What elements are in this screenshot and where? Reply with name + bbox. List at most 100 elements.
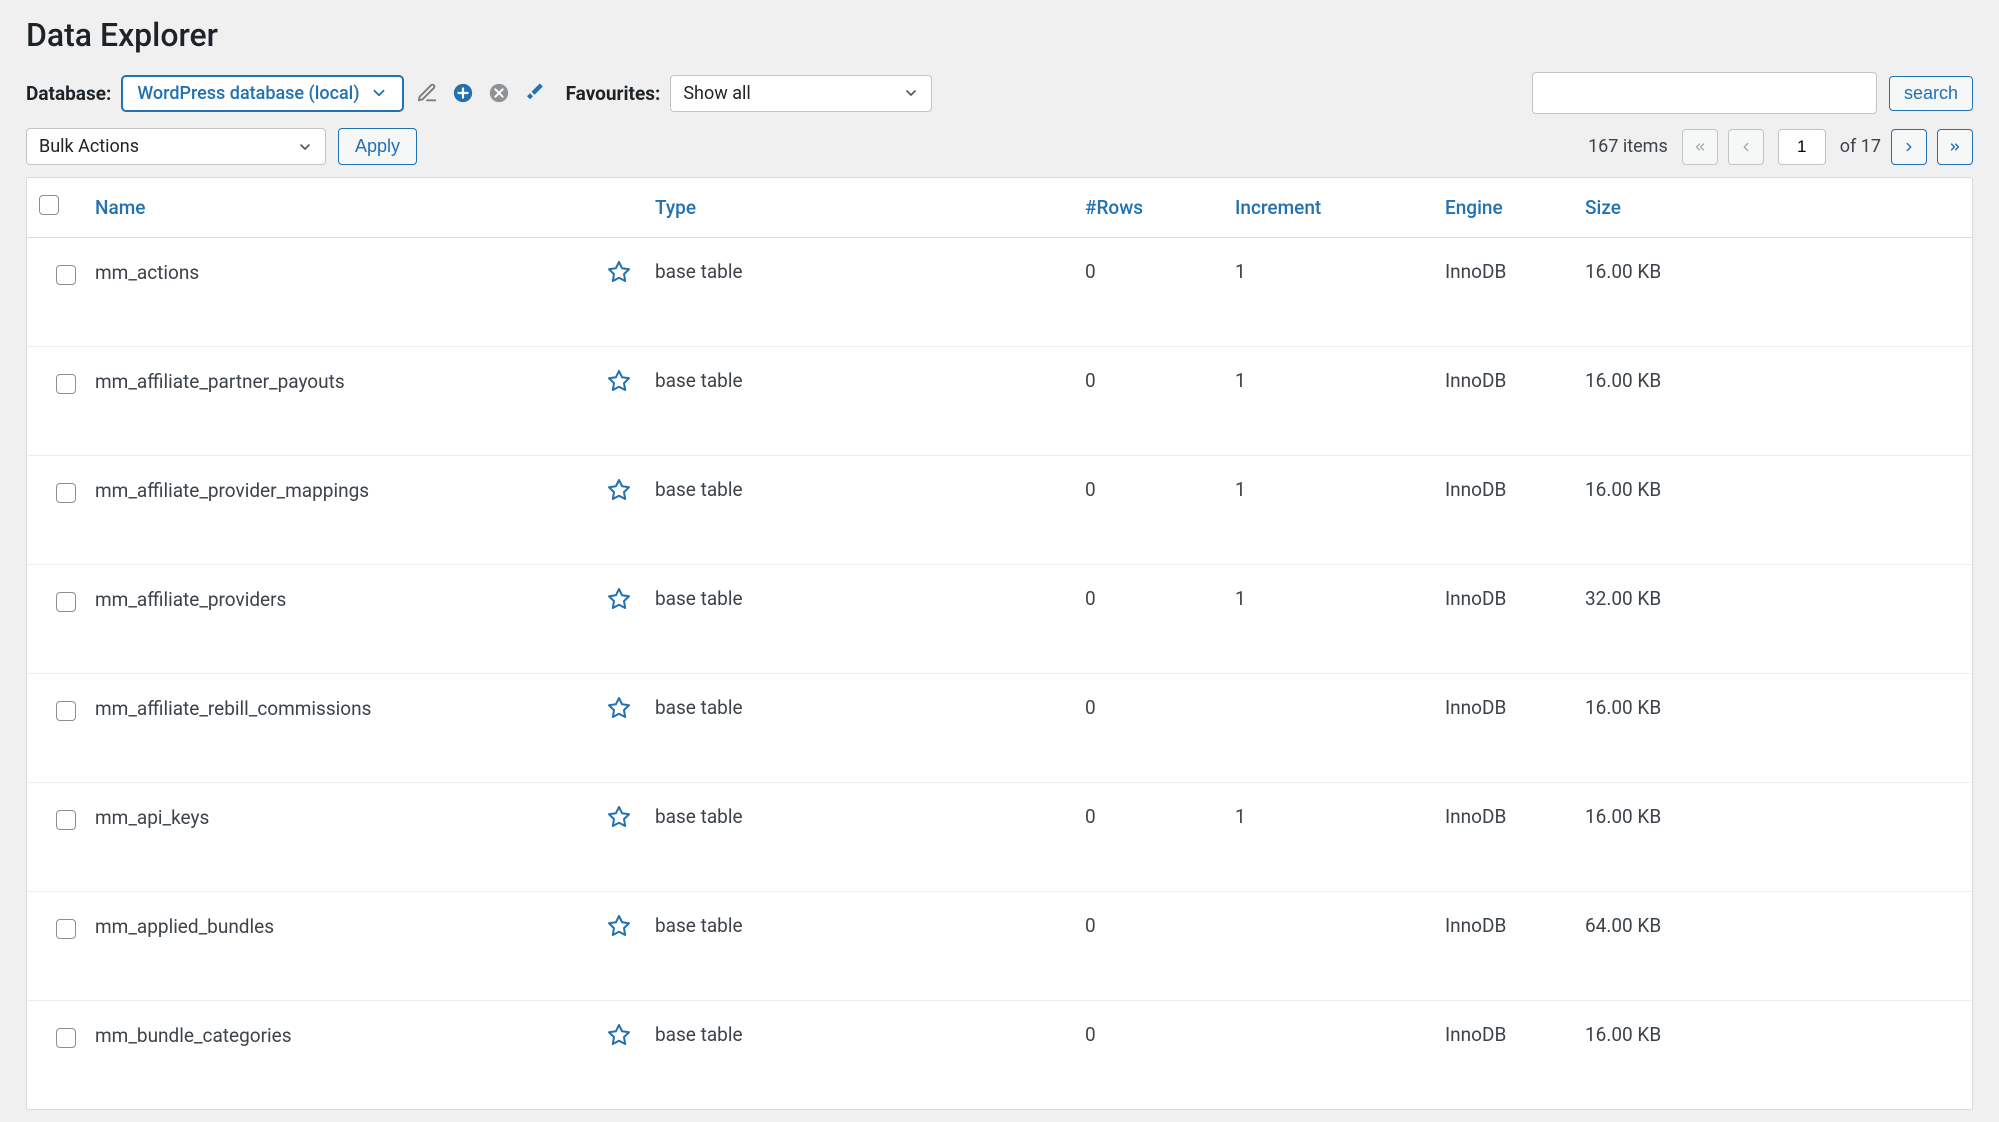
row-engine: InnoDB — [1445, 805, 1585, 828]
pagination: 167 items of 17 — [1588, 129, 1973, 165]
row-type: base table — [655, 1023, 1085, 1046]
database-selected-value: WordPress database (local) — [137, 83, 359, 104]
x-circle-icon[interactable] — [486, 80, 512, 106]
database-select[interactable]: WordPress database (local) — [121, 75, 403, 112]
col-size[interactable]: Size — [1585, 196, 1964, 219]
database-label: Database: — [26, 82, 111, 105]
table-row: mm_affiliate_provider_mappings base table… — [27, 456, 1972, 565]
first-page-button[interactable] — [1682, 129, 1718, 165]
table-row: mm_applied_bundles base table0 InnoDB64.00… — [27, 892, 1972, 1001]
table-header: Name Type #Rows Increment Engine Size — [27, 178, 1972, 238]
page-title: Data Explorer — [26, 16, 1973, 54]
page-input[interactable] — [1778, 129, 1826, 165]
favourites-label: Favourites: — [566, 82, 661, 105]
table-row: mm_api_keysbase table01InnoDB16.00 KB — [27, 783, 1972, 892]
row-engine: InnoDB — [1445, 587, 1585, 610]
row-checkbox[interactable] — [56, 483, 76, 503]
search-button[interactable]: search — [1889, 76, 1973, 111]
row-name[interactable]: mm_api_keys — [95, 806, 209, 829]
row-size: 16.00 KB — [1585, 805, 1964, 828]
row-engine: InnoDB — [1445, 914, 1585, 937]
row-name[interactable]: mm_affiliate_rebill_commissions — [95, 697, 371, 720]
row-size: 16.00 KB — [1585, 478, 1964, 501]
star-icon[interactable] — [607, 478, 631, 502]
row-size: 32.00 KB — [1585, 587, 1964, 610]
col-type[interactable]: Type — [655, 196, 1085, 219]
row-name[interactable]: mm_affiliate_providers — [95, 588, 286, 611]
search-input[interactable] — [1532, 72, 1877, 114]
star-icon[interactable] — [607, 260, 631, 284]
table-row: mm_affiliate_partner_payoutsbase table01… — [27, 347, 1972, 456]
bulk-actions-select[interactable]: Bulk Actions — [26, 128, 326, 165]
row-type: base table — [655, 260, 1085, 283]
row-engine: InnoDB — [1445, 478, 1585, 501]
row-increment: 1 — [1235, 260, 1445, 283]
chevron-down-icon — [903, 85, 919, 101]
row-size: 16.00 KB — [1585, 1023, 1964, 1046]
row-name[interactable]: mm_actions — [95, 261, 199, 284]
table-row: mm_affiliate_providers base table01InnoDB… — [27, 565, 1972, 674]
row-type: base table — [655, 805, 1085, 828]
row-rows: 0 — [1085, 587, 1235, 610]
col-rows[interactable]: #Rows — [1085, 196, 1235, 219]
bulk-actions-label: Bulk Actions — [39, 136, 139, 157]
pencil-icon[interactable] — [414, 80, 440, 106]
row-type: base table — [655, 587, 1085, 610]
col-engine[interactable]: Engine — [1445, 196, 1585, 219]
select-all-checkbox[interactable] — [39, 195, 59, 215]
toolbar: Database: WordPress database (local) Fav… — [26, 72, 1973, 114]
star-icon[interactable] — [607, 696, 631, 720]
row-rows: 0 — [1085, 696, 1235, 719]
row-increment: 1 — [1235, 478, 1445, 501]
table-row: mm_affiliate_rebill_commissions base tabl… — [27, 674, 1972, 783]
row-type: base table — [655, 478, 1085, 501]
row-name[interactable]: mm_bundle_categories — [95, 1024, 292, 1047]
plus-circle-icon[interactable] — [450, 80, 476, 106]
star-icon[interactable] — [607, 369, 631, 393]
row-name[interactable]: mm_affiliate_provider_mappings — [95, 479, 369, 502]
favourites-select[interactable]: Show all — [670, 75, 932, 112]
brush-icon[interactable] — [522, 80, 548, 106]
row-rows: 0 — [1085, 369, 1235, 392]
row-size: 16.00 KB — [1585, 696, 1964, 719]
row-name[interactable]: mm_affiliate_partner_payouts — [95, 370, 345, 393]
row-checkbox[interactable] — [56, 374, 76, 394]
row-checkbox[interactable] — [56, 265, 76, 285]
row-rows: 0 — [1085, 914, 1235, 937]
row-engine: InnoDB — [1445, 1023, 1585, 1046]
row-checkbox[interactable] — [56, 810, 76, 830]
row-checkbox[interactable] — [56, 592, 76, 612]
star-icon[interactable] — [607, 587, 631, 611]
row-type: base table — [655, 914, 1085, 937]
row-checkbox[interactable] — [56, 919, 76, 939]
row-type: base table — [655, 696, 1085, 719]
table-row: mm_actions base table01InnoDB16.00 KB — [27, 238, 1972, 347]
row-increment: 1 — [1235, 587, 1445, 610]
chevron-down-icon — [297, 139, 313, 155]
star-icon[interactable] — [607, 805, 631, 829]
next-page-button[interactable] — [1891, 129, 1927, 165]
row-engine: InnoDB — [1445, 696, 1585, 719]
apply-button[interactable]: Apply — [338, 128, 417, 165]
actions-row: Bulk Actions Apply 167 items of 17 — [26, 128, 1973, 165]
favourites-selected-value: Show all — [683, 83, 750, 104]
row-checkbox[interactable] — [56, 701, 76, 721]
row-engine: InnoDB — [1445, 369, 1585, 392]
row-increment: 1 — [1235, 805, 1445, 828]
row-size: 16.00 KB — [1585, 260, 1964, 283]
col-increment[interactable]: Increment — [1235, 196, 1445, 219]
row-type: base table — [655, 369, 1085, 392]
row-increment: 1 — [1235, 369, 1445, 392]
last-page-button[interactable] — [1937, 129, 1973, 165]
items-count: 167 items — [1588, 136, 1668, 157]
star-icon[interactable] — [607, 1023, 631, 1047]
row-checkbox[interactable] — [56, 1028, 76, 1048]
row-name[interactable]: mm_applied_bundles — [95, 915, 274, 938]
col-name[interactable]: Name — [95, 196, 655, 219]
star-icon[interactable] — [607, 914, 631, 938]
row-rows: 0 — [1085, 260, 1235, 283]
row-size: 16.00 KB — [1585, 369, 1964, 392]
row-engine: InnoDB — [1445, 260, 1585, 283]
prev-page-button[interactable] — [1728, 129, 1764, 165]
row-size: 64.00 KB — [1585, 914, 1964, 937]
